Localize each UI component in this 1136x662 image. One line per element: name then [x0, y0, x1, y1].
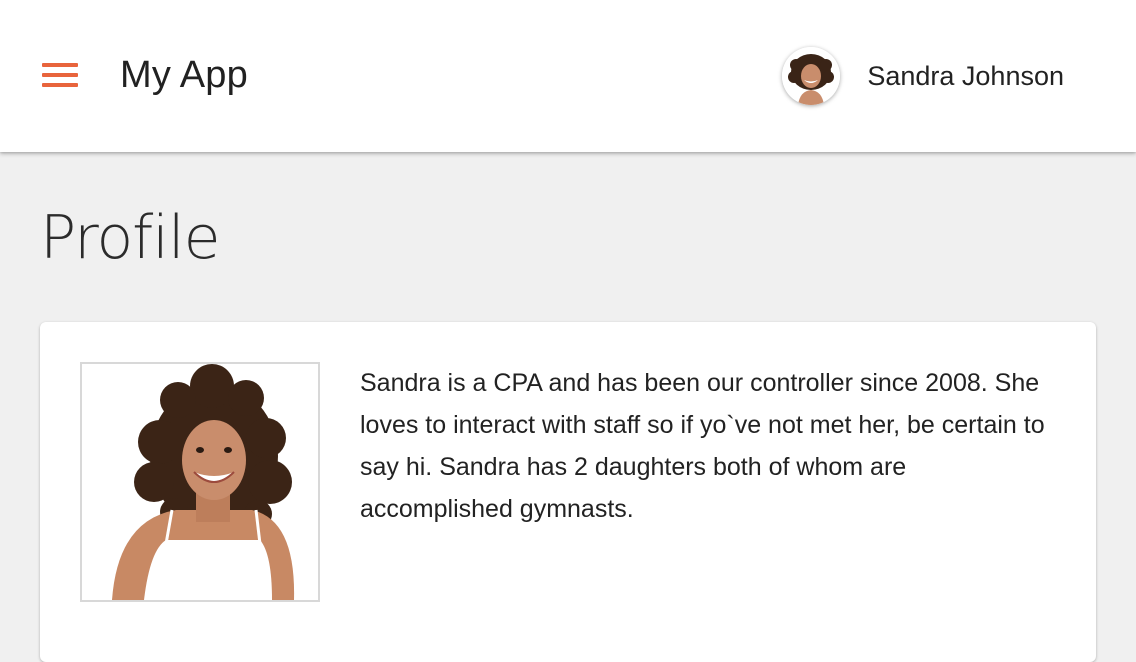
app-title: My App [120, 54, 248, 96]
user-avatar-image [782, 47, 841, 105]
menu-button[interactable] [36, 56, 84, 96]
profile-photo-image [82, 364, 318, 600]
menu-icon-bar [42, 73, 78, 77]
profile-card: Sandra is a CPA and has been our control… [40, 322, 1096, 662]
user-avatar[interactable] [782, 47, 841, 105]
user-menu[interactable]: Sandra Johnson [782, 44, 1064, 108]
menu-icon-bar [42, 83, 78, 87]
user-name: Sandra Johnson [867, 60, 1064, 91]
app-bar: My App Sandra Johnson [0, 0, 1136, 152]
menu-icon-bar [42, 63, 78, 67]
profile-bio: Sandra is a CPA and has been our control… [360, 369, 1045, 523]
page-title: Profile [40, 203, 221, 273]
profile-photo [80, 362, 320, 602]
